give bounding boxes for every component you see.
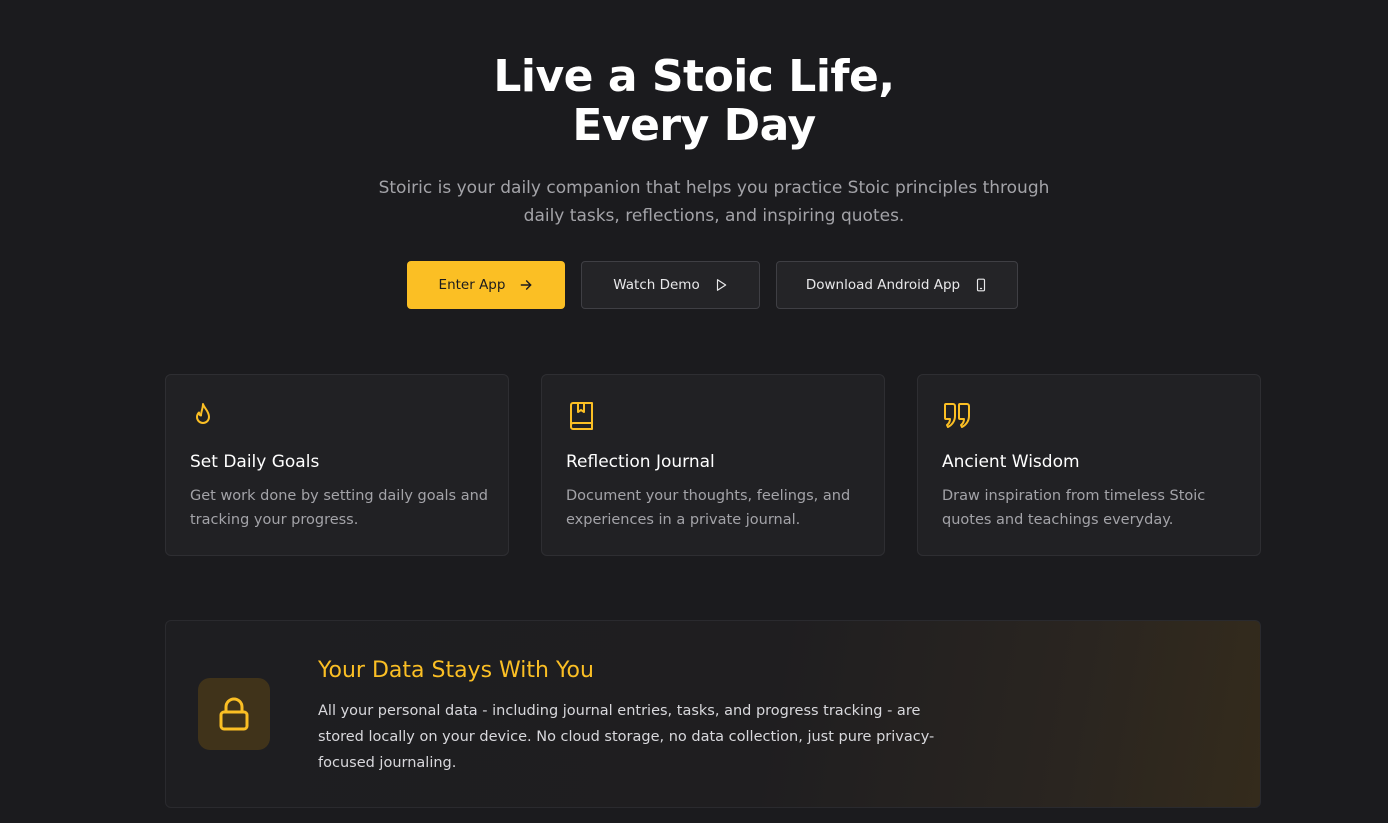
watch-demo-label: Watch Demo (613, 277, 700, 293)
landing-page: Live a Stoic Life, Every Day Stoiric is … (0, 0, 1388, 823)
feature-card-reflection-journal: Reflection Journal Document your thought… (541, 374, 885, 556)
feature-card-daily-goals: Set Daily Goals Get work done by setting… (165, 374, 509, 556)
book-bookmark-icon (570, 402, 593, 430)
hero-title-line-1: Live a Stoic Life, (493, 51, 895, 102)
privacy-text: All your personal data - including journ… (318, 703, 935, 771)
feature-title: Ancient Wisdom (942, 452, 1080, 472)
download-android-button[interactable]: Download Android App (776, 261, 1018, 309)
hero-subtitle: Stoiric is your daily companion that hel… (378, 178, 1050, 226)
hero-title-line-2: Every Day (572, 100, 816, 151)
feature-card-ancient-wisdom: Ancient Wisdom Draw inspiration from tim… (917, 374, 1261, 556)
feature-title: Set Daily Goals (190, 452, 320, 472)
feature-description: Document your thoughts, feelings, and ex… (566, 488, 851, 528)
lock-icon (219, 697, 249, 731)
feature-description: Draw inspiration from timeless Stoic quo… (942, 488, 1206, 528)
watch-demo-button[interactable]: Watch Demo (581, 261, 760, 309)
feature-description: Get work done by setting daily goals and… (190, 488, 488, 528)
quote-icon (944, 403, 970, 428)
privacy-title: Your Data Stays With You (318, 658, 594, 683)
arrow-right-icon (521, 280, 532, 290)
download-android-label: Download Android App (805, 277, 961, 293)
flame-icon (196, 403, 210, 424)
privacy-banner: Your Data Stays With You All your person… (165, 620, 1261, 808)
hero-title: Live a Stoic Life, Every Day (0, 52, 1388, 150)
smartphone-icon (977, 278, 986, 292)
enter-app-label: Enter App (438, 277, 506, 293)
play-icon (716, 279, 726, 291)
lock-icon-container (198, 678, 270, 750)
feature-title: Reflection Journal (566, 452, 715, 472)
enter-app-button[interactable]: Enter App (407, 261, 565, 309)
